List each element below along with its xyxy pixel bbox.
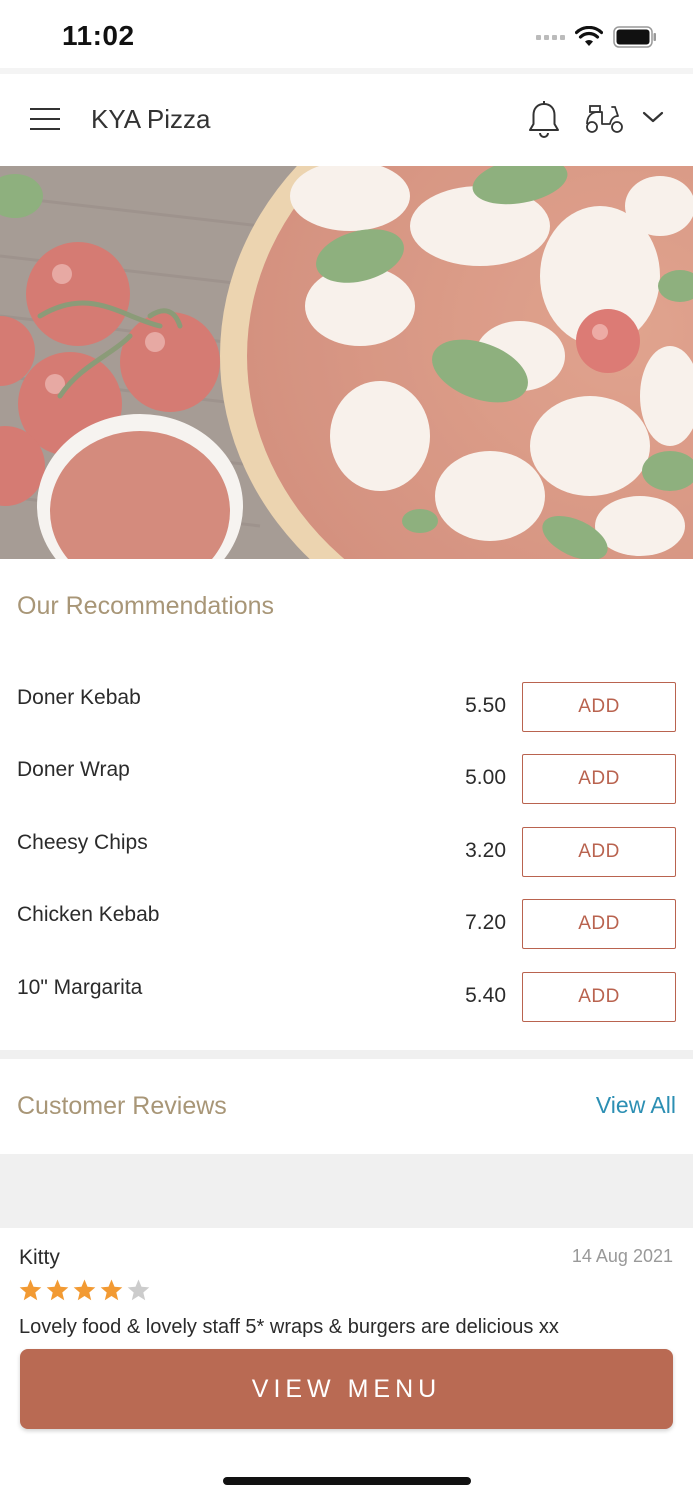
star-filled-icon bbox=[73, 1279, 96, 1301]
hero-image bbox=[0, 166, 693, 559]
star-filled-icon bbox=[19, 1279, 42, 1301]
add-button[interactable]: ADD bbox=[522, 754, 676, 804]
reviewer-name: Kitty bbox=[19, 1246, 60, 1269]
battery-icon bbox=[613, 26, 656, 48]
bell-icon[interactable] bbox=[526, 100, 562, 140]
wifi-icon bbox=[575, 26, 603, 46]
add-button[interactable]: ADD bbox=[522, 827, 676, 877]
home-indicator bbox=[223, 1477, 471, 1485]
star-empty-icon bbox=[127, 1279, 150, 1301]
item-price: 7.20 bbox=[465, 911, 506, 934]
page-title: KYA Pizza bbox=[91, 104, 211, 134]
list-item: Doner Wrap 5.00 ADD bbox=[0, 754, 693, 814]
list-item: Cheesy Chips 3.20 ADD bbox=[0, 827, 693, 887]
status-icons bbox=[536, 26, 657, 48]
star-filled-icon bbox=[46, 1279, 69, 1301]
item-price: 5.40 bbox=[465, 984, 506, 1007]
item-name: Cheesy Chips bbox=[17, 831, 148, 854]
reviews-title: Customer Reviews bbox=[17, 1092, 227, 1120]
star-filled-icon bbox=[100, 1279, 123, 1301]
list-item: Chicken Kebab 7.20 ADD bbox=[0, 899, 693, 959]
item-name: Chicken Kebab bbox=[17, 903, 160, 926]
item-price: 5.50 bbox=[465, 694, 506, 717]
add-button[interactable]: ADD bbox=[522, 682, 676, 732]
scooter-icon[interactable] bbox=[584, 102, 626, 136]
recommendations-title: Our Recommendations bbox=[17, 592, 275, 620]
item-price: 5.00 bbox=[465, 766, 506, 789]
view-menu-button[interactable]: VIEW MENU bbox=[20, 1349, 673, 1429]
reviews-spacer bbox=[0, 1154, 693, 1228]
star-rating bbox=[18, 1278, 151, 1302]
review-date: 14 Aug 2021 bbox=[571, 1246, 673, 1266]
item-name: 10" Margarita bbox=[17, 976, 143, 999]
menu-icon[interactable] bbox=[30, 108, 60, 130]
section-divider bbox=[0, 1050, 693, 1059]
item-name: Doner Wrap bbox=[17, 758, 130, 781]
item-price: 3.20 bbox=[465, 839, 506, 862]
review-text: Lovely food & lovely staff 5* wraps & bu… bbox=[19, 1316, 559, 1338]
item-name: Doner Kebab bbox=[17, 686, 141, 709]
add-button[interactable]: ADD bbox=[522, 972, 676, 1022]
view-all-link[interactable]: View All bbox=[596, 1092, 676, 1119]
status-time: 11:02 bbox=[62, 20, 135, 51]
app-bar: KYA Pizza bbox=[0, 74, 693, 166]
list-item: 10" Margarita 5.40 ADD bbox=[0, 972, 693, 1032]
status-bar: 11:02 bbox=[0, 0, 693, 68]
chevron-down-icon[interactable] bbox=[642, 110, 664, 124]
signal-icon bbox=[536, 34, 565, 40]
list-item: Doner Kebab 5.50 ADD bbox=[0, 682, 693, 742]
add-button[interactable]: ADD bbox=[522, 899, 676, 949]
pizza-illustration bbox=[0, 166, 693, 559]
